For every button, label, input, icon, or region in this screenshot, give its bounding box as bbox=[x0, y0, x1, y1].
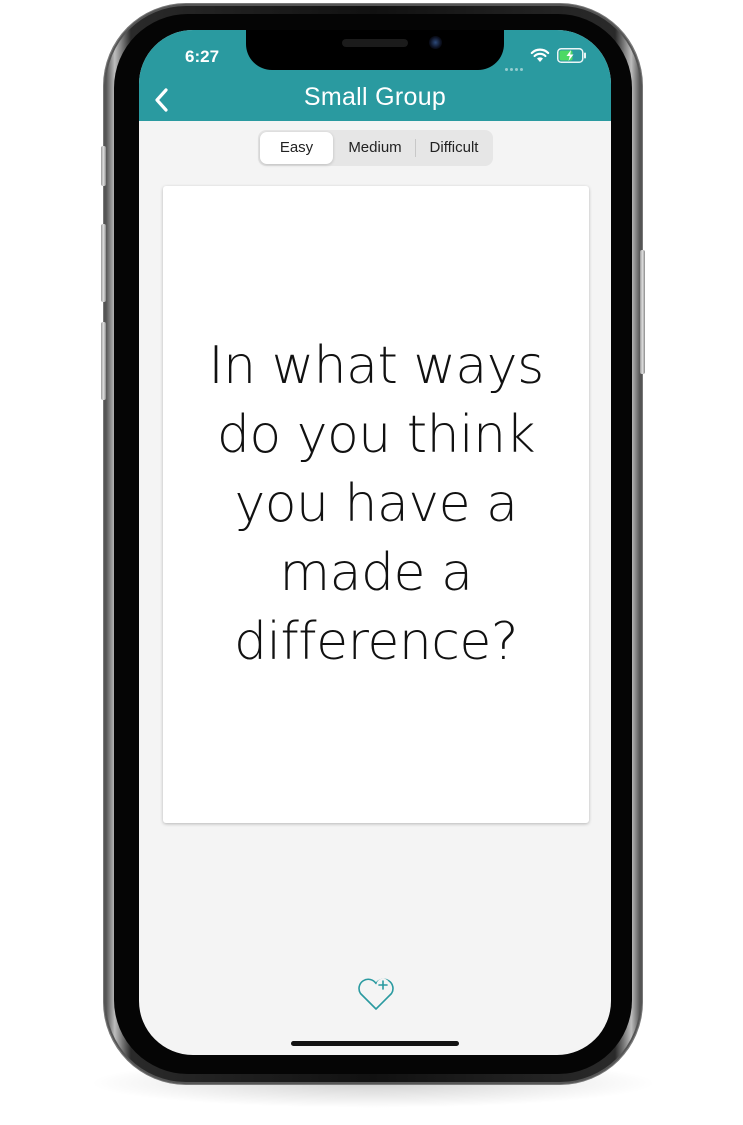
status-time: 6:27 bbox=[185, 47, 220, 66]
battery-charging-icon bbox=[557, 48, 586, 63]
segment-easy[interactable]: Easy bbox=[260, 132, 333, 164]
wifi-icon bbox=[530, 48, 550, 62]
screen: 6:27 Small Group Easy Medium Difficult I… bbox=[139, 30, 611, 1055]
cellular-signal-icon bbox=[505, 58, 527, 71]
heart-plus-icon[interactable] bbox=[356, 976, 396, 1012]
home-indicator[interactable] bbox=[291, 1041, 459, 1046]
question-text: In what ways do you think you have a mad… bbox=[208, 336, 544, 672]
silent-switch bbox=[101, 146, 106, 186]
question-card[interactable]: In what ways do you think you have a mad… bbox=[163, 186, 589, 823]
volume-down-button bbox=[101, 322, 106, 400]
notch bbox=[246, 30, 504, 70]
front-camera bbox=[429, 36, 442, 49]
page-title: Small Group bbox=[303, 83, 447, 111]
segment-difficult[interactable]: Difficult bbox=[416, 132, 492, 164]
speaker-grille bbox=[342, 39, 408, 47]
segment-medium[interactable]: Medium bbox=[335, 132, 415, 164]
power-button bbox=[640, 250, 645, 374]
volume-up-button bbox=[101, 224, 106, 302]
navigation-bar: 6:27 Small Group bbox=[139, 30, 611, 121]
difficulty-segmented-control: Easy Medium Difficult bbox=[258, 130, 493, 166]
